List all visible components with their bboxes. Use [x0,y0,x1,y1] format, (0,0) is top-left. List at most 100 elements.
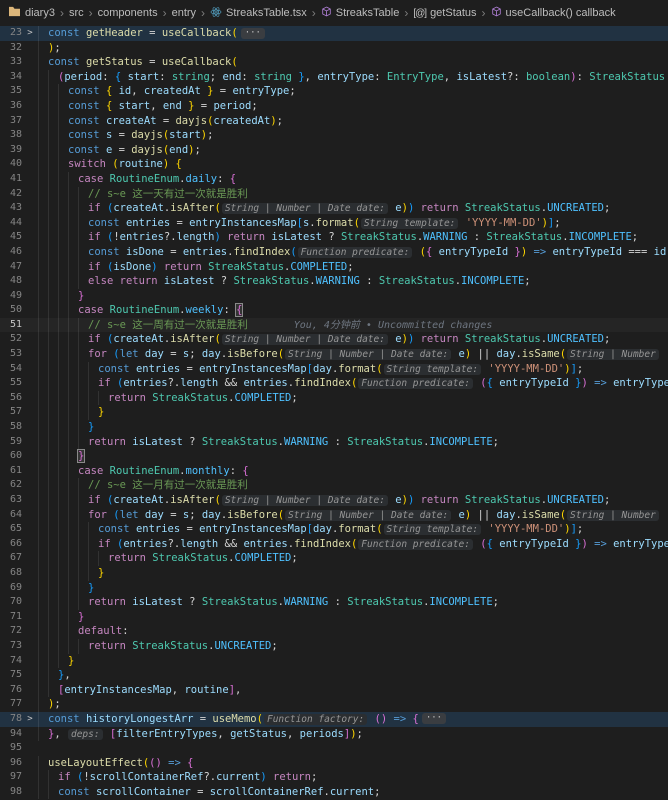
code-line[interactable]: 65const entries = entryInstancesMap[day.… [0,522,668,537]
code-line[interactable]: 57} [0,405,668,420]
line-number[interactable]: 49 [0,289,22,304]
code-line-content[interactable]: }, deps: [filterEntryTypes, getStatus, p… [38,727,668,742]
code-line-content[interactable]: if (!scrollContainerRef?.current) return… [38,770,668,785]
code-line-content[interactable]: } [38,289,668,304]
line-number[interactable]: 51 [0,318,22,333]
code-line[interactable]: 74} [0,654,668,669]
code-line[interactable]: 33const getStatus = useCallback( [0,55,668,70]
code-line-content[interactable]: case RoutineEnum.monthly: { [38,464,668,479]
line-number[interactable]: 60 [0,449,22,464]
code-line-content[interactable]: switch (routine) { [38,157,668,172]
code-line[interactable]: 48 else return isLatest ? StreakStatus.WA… [0,274,668,289]
line-number[interactable]: 68 [0,566,22,581]
code-line[interactable]: 62// s~e 这一月有过一次就是胜利 [0,478,668,493]
code-line-content[interactable]: } [38,405,668,420]
code-line-content[interactable]: const entries = entryInstancesMap[s.form… [38,216,668,231]
line-number[interactable]: 37 [0,114,22,129]
code-line[interactable]: 97 if (!scrollContainerRef?.current) retu… [0,770,668,785]
code-line[interactable]: 53for (let day = s; day.isBefore(String … [0,347,668,362]
line-number[interactable]: 45 [0,230,22,245]
line-number[interactable]: 77 [0,697,22,712]
line-number[interactable]: 36 [0,99,22,114]
code-line-content[interactable]: return StreakStatus.COMPLETED; [38,391,668,406]
code-line[interactable]: 49} [0,289,668,304]
line-number[interactable]: 94 [0,727,22,742]
line-number[interactable]: 69 [0,581,22,596]
line-number[interactable]: 23 [0,26,22,41]
line-number[interactable]: 35 [0,84,22,99]
code-line-content[interactable]: if (entries?.length && entries.findIndex… [38,376,668,391]
line-number[interactable]: 62 [0,478,22,493]
line-number[interactable]: 33 [0,55,22,70]
line-number[interactable]: 53 [0,347,22,362]
code-line[interactable]: 67 return StreakStatus.COMPLETED; [0,551,668,566]
code-line-content[interactable]: else return isLatest ? StreakStatus.WARN… [38,274,668,289]
line-number[interactable]: 66 [0,537,22,552]
code-line-content[interactable]: } [38,610,668,625]
code-line-content[interactable]: if (entries?.length && entries.findIndex… [38,537,668,552]
code-line-content[interactable]: if (createAt.isAfter(String | Number | D… [38,493,668,508]
line-number[interactable]: 96 [0,756,22,771]
code-line[interactable]: 73 return StreakStatus.UNCREATED; [0,639,668,654]
line-number[interactable]: 56 [0,391,22,406]
line-number[interactable]: 58 [0,420,22,435]
code-line-content[interactable]: } [38,420,668,435]
line-number[interactable]: 76 [0,683,22,698]
code-line[interactable]: 56 return StreakStatus.COMPLETED; [0,391,668,406]
code-line[interactable]: 69} [0,581,668,596]
code-line-content[interactable]: return StreakStatus.COMPLETED; [38,551,668,566]
code-line[interactable]: 55 if (entries?.length && entries.findInd… [0,376,668,391]
line-number[interactable]: 54 [0,362,22,377]
line-number[interactable]: 97 [0,770,22,785]
code-line-content[interactable]: useLayoutEffect(() => { [38,756,668,771]
line-number[interactable]: 55 [0,376,22,391]
code-line-content[interactable]: (period: { start: string; end: string },… [38,70,668,85]
folded-code-ellipsis[interactable]: ··· [241,28,265,39]
code-line-content[interactable]: default: [38,624,668,639]
line-number[interactable]: 44 [0,216,22,231]
line-number[interactable]: 64 [0,508,22,523]
line-number[interactable]: 71 [0,610,22,625]
line-number[interactable]: 98 [0,785,22,800]
line-number[interactable]: 48 [0,274,22,289]
line-number[interactable]: 67 [0,551,22,566]
code-line[interactable]: 32); [0,41,668,56]
code-line[interactable]: 42// s~e 这一天有过一次就是胜利 [0,187,668,202]
line-number[interactable]: 43 [0,201,22,216]
line-number[interactable]: 61 [0,464,22,479]
code-line[interactable]: 72 default: [0,624,668,639]
code-line-content[interactable]: const createAt = dayjs(createdAt); [38,114,668,129]
code-line-content[interactable]: const entries = entryInstancesMap[day.fo… [38,522,668,537]
code-line-content[interactable]: const { start, end } = period; [38,99,668,114]
code-line-content[interactable]: return StreakStatus.UNCREATED; [38,639,668,654]
code-line-content[interactable]: } [38,581,668,596]
code-line[interactable]: 64for (let day = s; day.isBefore(String … [0,508,668,523]
code-line-content[interactable]: const e = dayjs(end); [38,143,668,158]
code-line[interactable]: 68} [0,566,668,581]
line-number[interactable]: 95 [0,741,22,756]
code-line-content[interactable]: case RoutineEnum.daily: { [38,172,668,187]
code-line[interactable]: 43 if (createAt.isAfter(String | Number |… [0,201,668,216]
code-line-content[interactable]: case RoutineEnum.weekly: { [38,303,668,318]
code-line-content[interactable]: if (createAt.isAfter(String | Number | D… [38,201,668,216]
breadcrumb-item-src[interactable]: src [69,7,84,19]
code-line-content[interactable]: }, [38,668,668,683]
code-line[interactable]: 66 if (entries?.length && entries.findInd… [0,537,668,552]
code-line[interactable]: 95 [0,741,668,756]
code-line-content[interactable]: const entries = entryInstancesMap[day.fo… [38,362,668,377]
code-line-content[interactable]: if (!entries?.length) return isLatest ? … [38,230,668,245]
code-line-content[interactable]: if (isDone) return StreakStatus.COMPLETE… [38,260,668,275]
line-number[interactable]: 73 [0,639,22,654]
line-number[interactable]: 52 [0,332,22,347]
code-line-content[interactable]: return isLatest ? StreakStatus.WARNING :… [38,435,668,450]
code-line-content[interactable]: return isLatest ? StreakStatus.WARNING :… [38,595,668,610]
code-line[interactable]: 60} [0,449,668,464]
line-number[interactable]: 32 [0,41,22,56]
line-number[interactable]: 72 [0,624,22,639]
line-number[interactable]: 57 [0,405,22,420]
code-line[interactable]: 61 case RoutineEnum.monthly: { [0,464,668,479]
breadcrumb-item-getstatus[interactable]: [@]getStatus [413,7,476,19]
line-number[interactable]: 59 [0,435,22,450]
code-line[interactable]: 34 (period: { start: string; end: string … [0,70,668,85]
line-number[interactable]: 34 [0,70,22,85]
